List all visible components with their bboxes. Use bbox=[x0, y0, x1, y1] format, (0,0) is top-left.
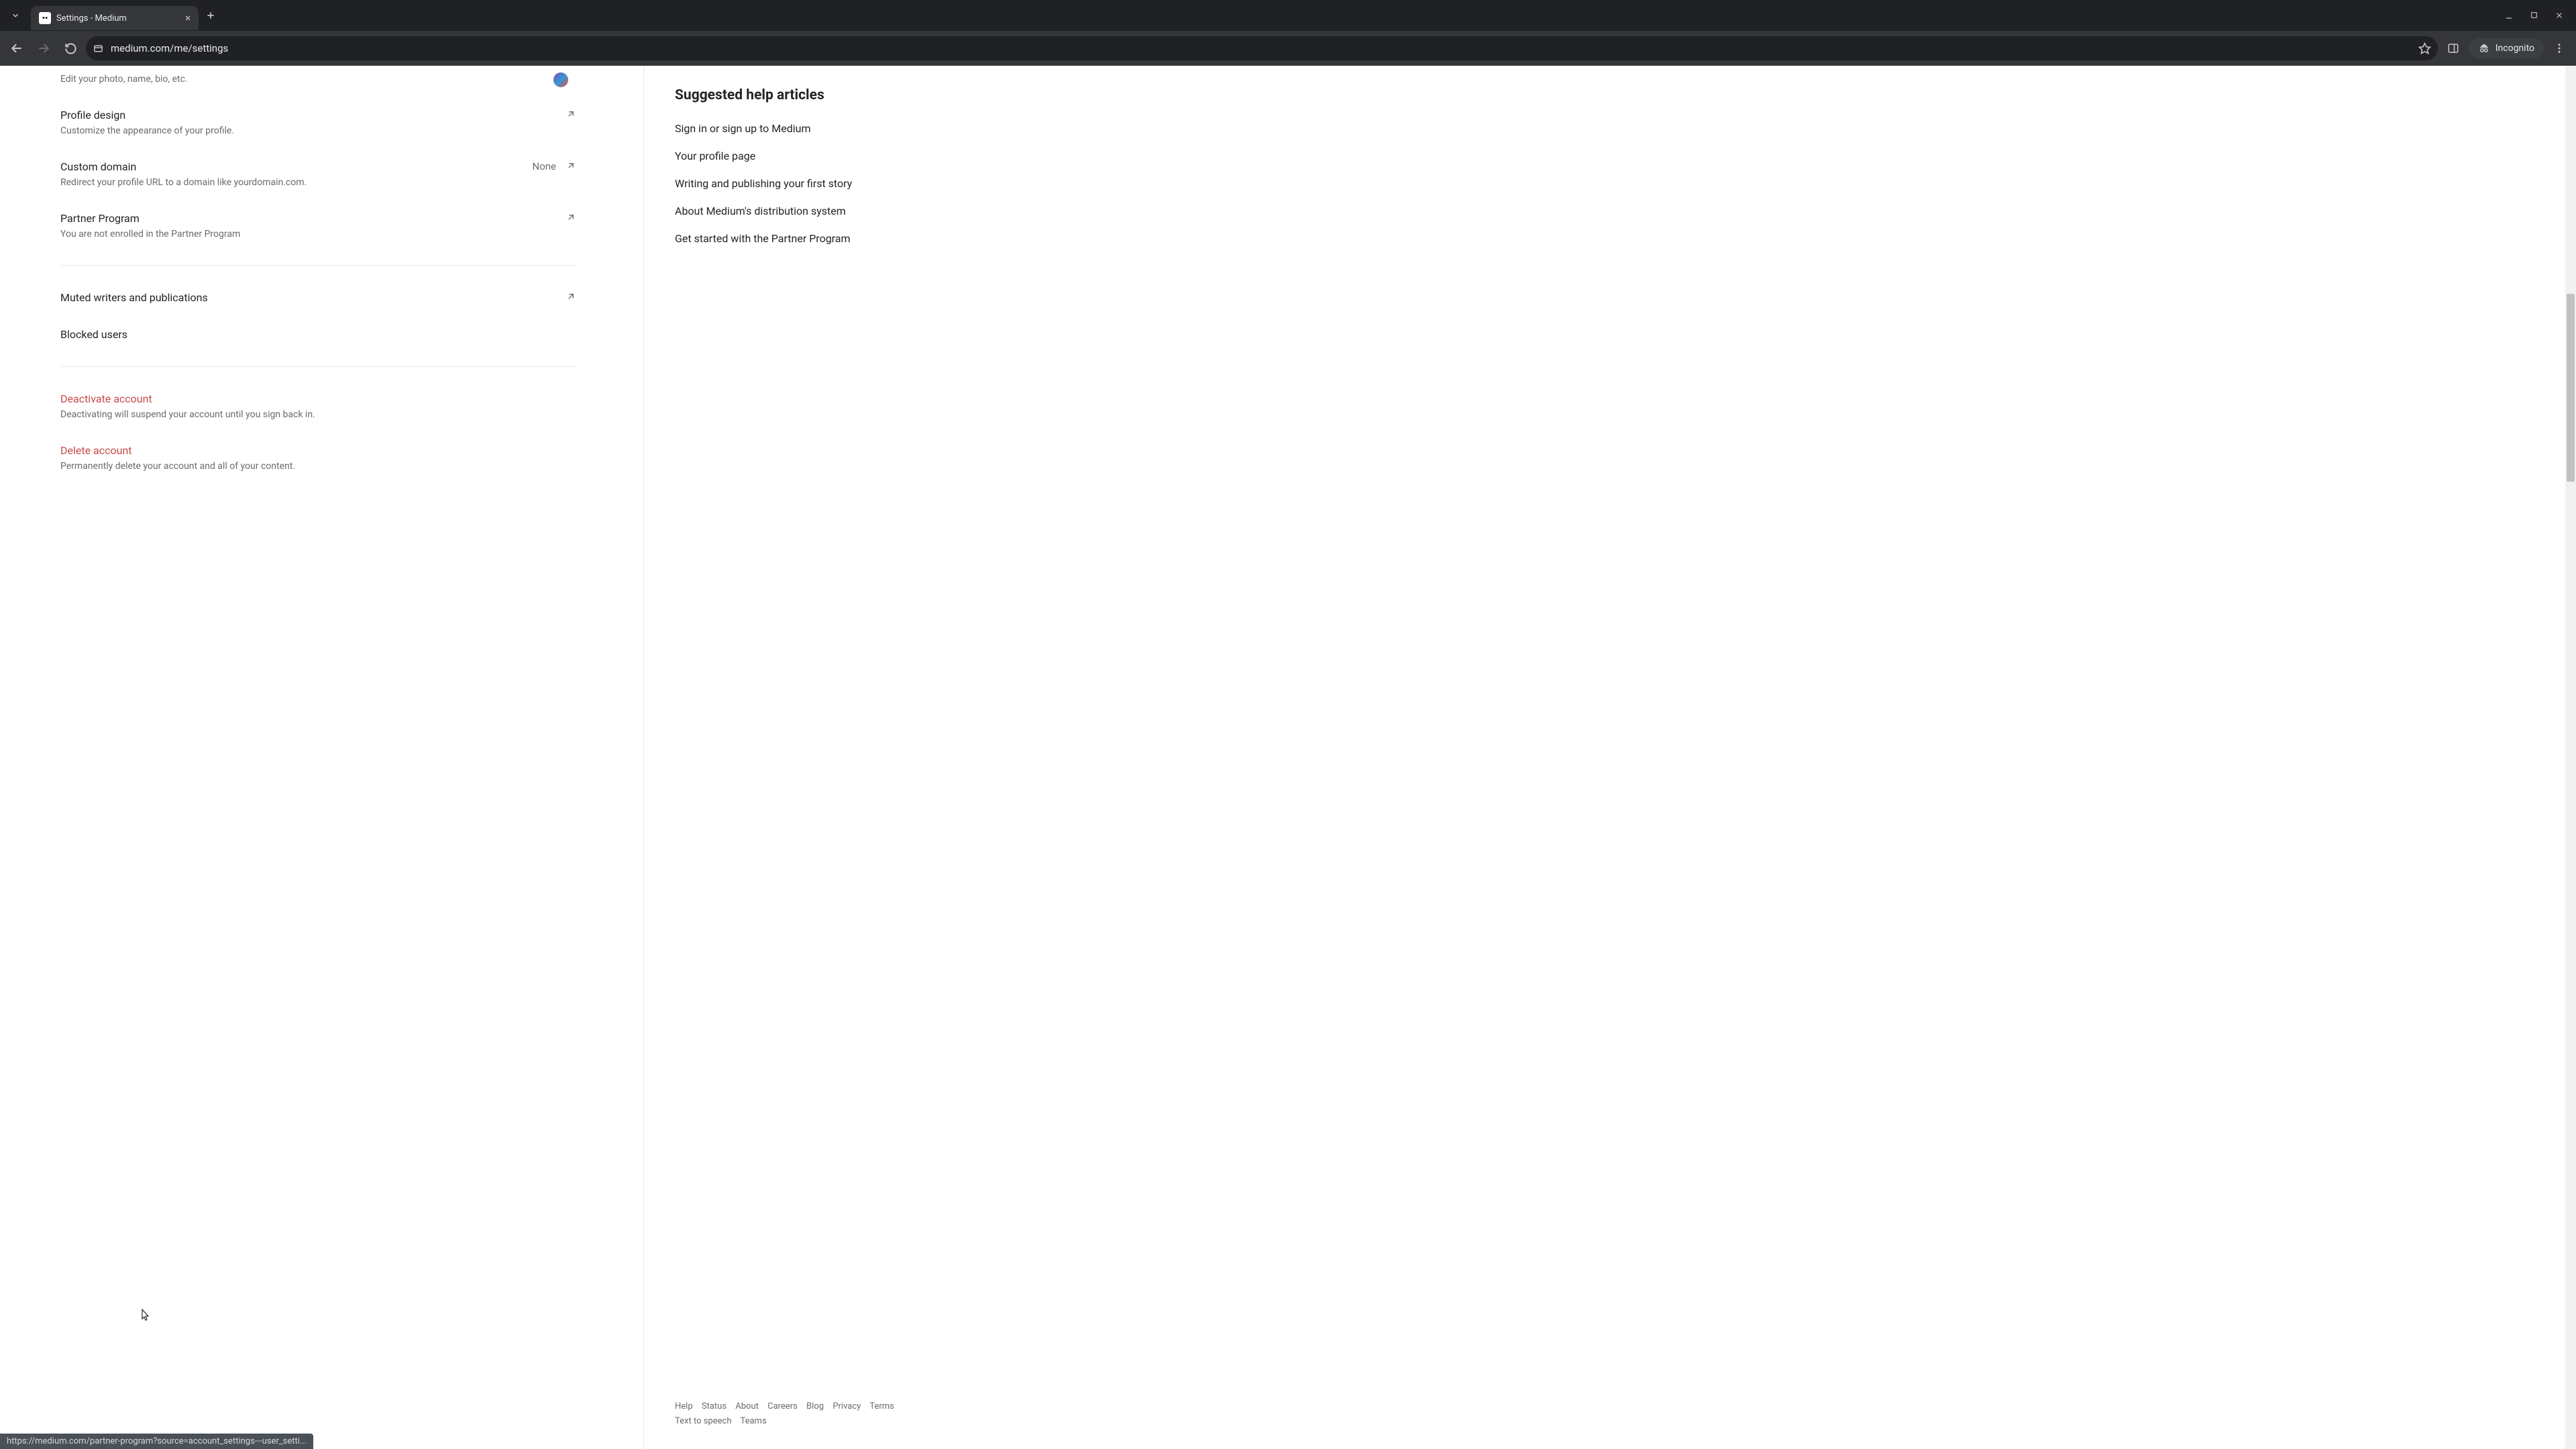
settings-main-column: Edit your photo, name, bio, etc. Profile… bbox=[0, 66, 644, 1449]
footer-link-careers[interactable]: Careers bbox=[767, 1401, 798, 1411]
delete-account-title: Delete account bbox=[60, 444, 643, 457]
window-minimize-button[interactable] bbox=[2504, 11, 2514, 20]
help-link-writing[interactable]: Writing and publishing your first story bbox=[675, 177, 979, 190]
custom-domain-row[interactable]: Custom domain Redirect your profile URL … bbox=[60, 148, 643, 200]
profile-design-title: Profile design bbox=[60, 109, 643, 121]
vertical-scrollbar[interactable] bbox=[2565, 66, 2576, 1449]
suggested-heading: Suggested help articles bbox=[675, 87, 979, 103]
custom-domain-value: None bbox=[533, 160, 557, 172]
site-info-icon[interactable] bbox=[93, 43, 104, 54]
browser-tab-strip: •• Settings - Medium bbox=[0, 0, 2576, 31]
address-bar[interactable]: medium.com/me/settings bbox=[86, 36, 2438, 60]
footer-link-blog[interactable]: Blog bbox=[806, 1401, 824, 1411]
new-tab-button[interactable] bbox=[205, 10, 216, 21]
bookmark-star-icon[interactable] bbox=[2418, 42, 2431, 55]
page-viewport: Edit your photo, name, bio, etc. Profile… bbox=[0, 66, 2576, 1449]
external-link-icon bbox=[566, 160, 576, 171]
incognito-indicator[interactable]: Incognito bbox=[2469, 38, 2544, 58]
help-sidebar: Suggested help articles Sign in or sign … bbox=[644, 66, 979, 1449]
window-close-button[interactable] bbox=[2555, 11, 2564, 20]
forward-button[interactable] bbox=[32, 37, 55, 60]
profile-design-row[interactable]: Profile design Customize the appearance … bbox=[60, 97, 643, 148]
browser-tab[interactable]: •• Settings - Medium bbox=[31, 6, 199, 30]
help-link-profile[interactable]: Your profile page bbox=[675, 150, 979, 162]
tabs-dropdown-button[interactable] bbox=[0, 0, 31, 31]
footer-link-tts[interactable]: Text to speech bbox=[675, 1416, 731, 1426]
footer-link-privacy[interactable]: Privacy bbox=[833, 1401, 861, 1411]
deactivate-account-row[interactable]: Deactivate account Deactivating will sus… bbox=[60, 380, 643, 432]
external-link-icon bbox=[566, 291, 576, 302]
muted-writers-row[interactable]: Muted writers and publications bbox=[60, 279, 643, 316]
divider bbox=[60, 366, 576, 367]
url-text: medium.com/me/settings bbox=[111, 42, 228, 54]
help-link-partner[interactable]: Get started with the Partner Program bbox=[675, 232, 979, 245]
external-link-icon bbox=[566, 109, 576, 119]
delete-account-desc: Permanently delete your account and all … bbox=[60, 461, 643, 472]
partner-program-desc: You are not enrolled in the Partner Prog… bbox=[60, 229, 643, 239]
delete-account-row[interactable]: Delete account Permanently delete your a… bbox=[60, 432, 643, 484]
footer-link-about[interactable]: About bbox=[735, 1401, 759, 1411]
browser-toolbar: medium.com/me/settings Incognito bbox=[0, 31, 2576, 66]
reload-button[interactable] bbox=[59, 37, 82, 60]
incognito-icon bbox=[2478, 42, 2490, 54]
partner-program-title: Partner Program bbox=[60, 212, 643, 225]
medium-favicon-icon: •• bbox=[39, 12, 51, 24]
scrollbar-thumb[interactable] bbox=[2567, 294, 2575, 482]
footer-link-status[interactable]: Status bbox=[702, 1401, 727, 1411]
blocked-users-row[interactable]: Blocked users bbox=[60, 316, 643, 353]
profile-design-desc: Customize the appearance of your profile… bbox=[60, 125, 643, 136]
external-link-icon bbox=[566, 212, 576, 223]
status-bar-link-preview: https://medium.com/partner-program?sourc… bbox=[0, 1434, 313, 1449]
browser-menu-button[interactable] bbox=[2548, 37, 2571, 60]
back-button[interactable] bbox=[5, 37, 28, 60]
footer-link-help[interactable]: Help bbox=[675, 1401, 693, 1411]
divider bbox=[60, 265, 576, 266]
tab-close-button[interactable] bbox=[184, 14, 192, 22]
incognito-label: Incognito bbox=[2496, 43, 2534, 54]
deactivate-account-desc: Deactivating will suspend your account u… bbox=[60, 409, 643, 420]
tab-title: Settings - Medium bbox=[56, 13, 178, 23]
profile-info-row[interactable]: Edit your photo, name, bio, etc. bbox=[60, 74, 643, 97]
avatar-icon bbox=[553, 72, 568, 87]
custom-domain-desc: Redirect your profile URL to a domain li… bbox=[60, 177, 643, 188]
deactivate-account-title: Deactivate account bbox=[60, 392, 643, 405]
partner-program-row[interactable]: Partner Program You are not enrolled in … bbox=[60, 200, 643, 252]
footer-link-teams[interactable]: Teams bbox=[740, 1416, 766, 1426]
help-link-distribution[interactable]: About Medium's distribution system bbox=[675, 205, 979, 217]
footer-links: Help Status About Careers Blog Privacy T… bbox=[675, 1399, 959, 1429]
footer-link-terms[interactable]: Terms bbox=[869, 1401, 894, 1411]
side-panel-icon[interactable] bbox=[2442, 37, 2465, 60]
blocked-users-title: Blocked users bbox=[60, 328, 643, 341]
help-link-signin[interactable]: Sign in or sign up to Medium bbox=[675, 122, 979, 135]
window-maximize-button[interactable] bbox=[2530, 11, 2538, 20]
muted-writers-title: Muted writers and publications bbox=[60, 291, 643, 304]
